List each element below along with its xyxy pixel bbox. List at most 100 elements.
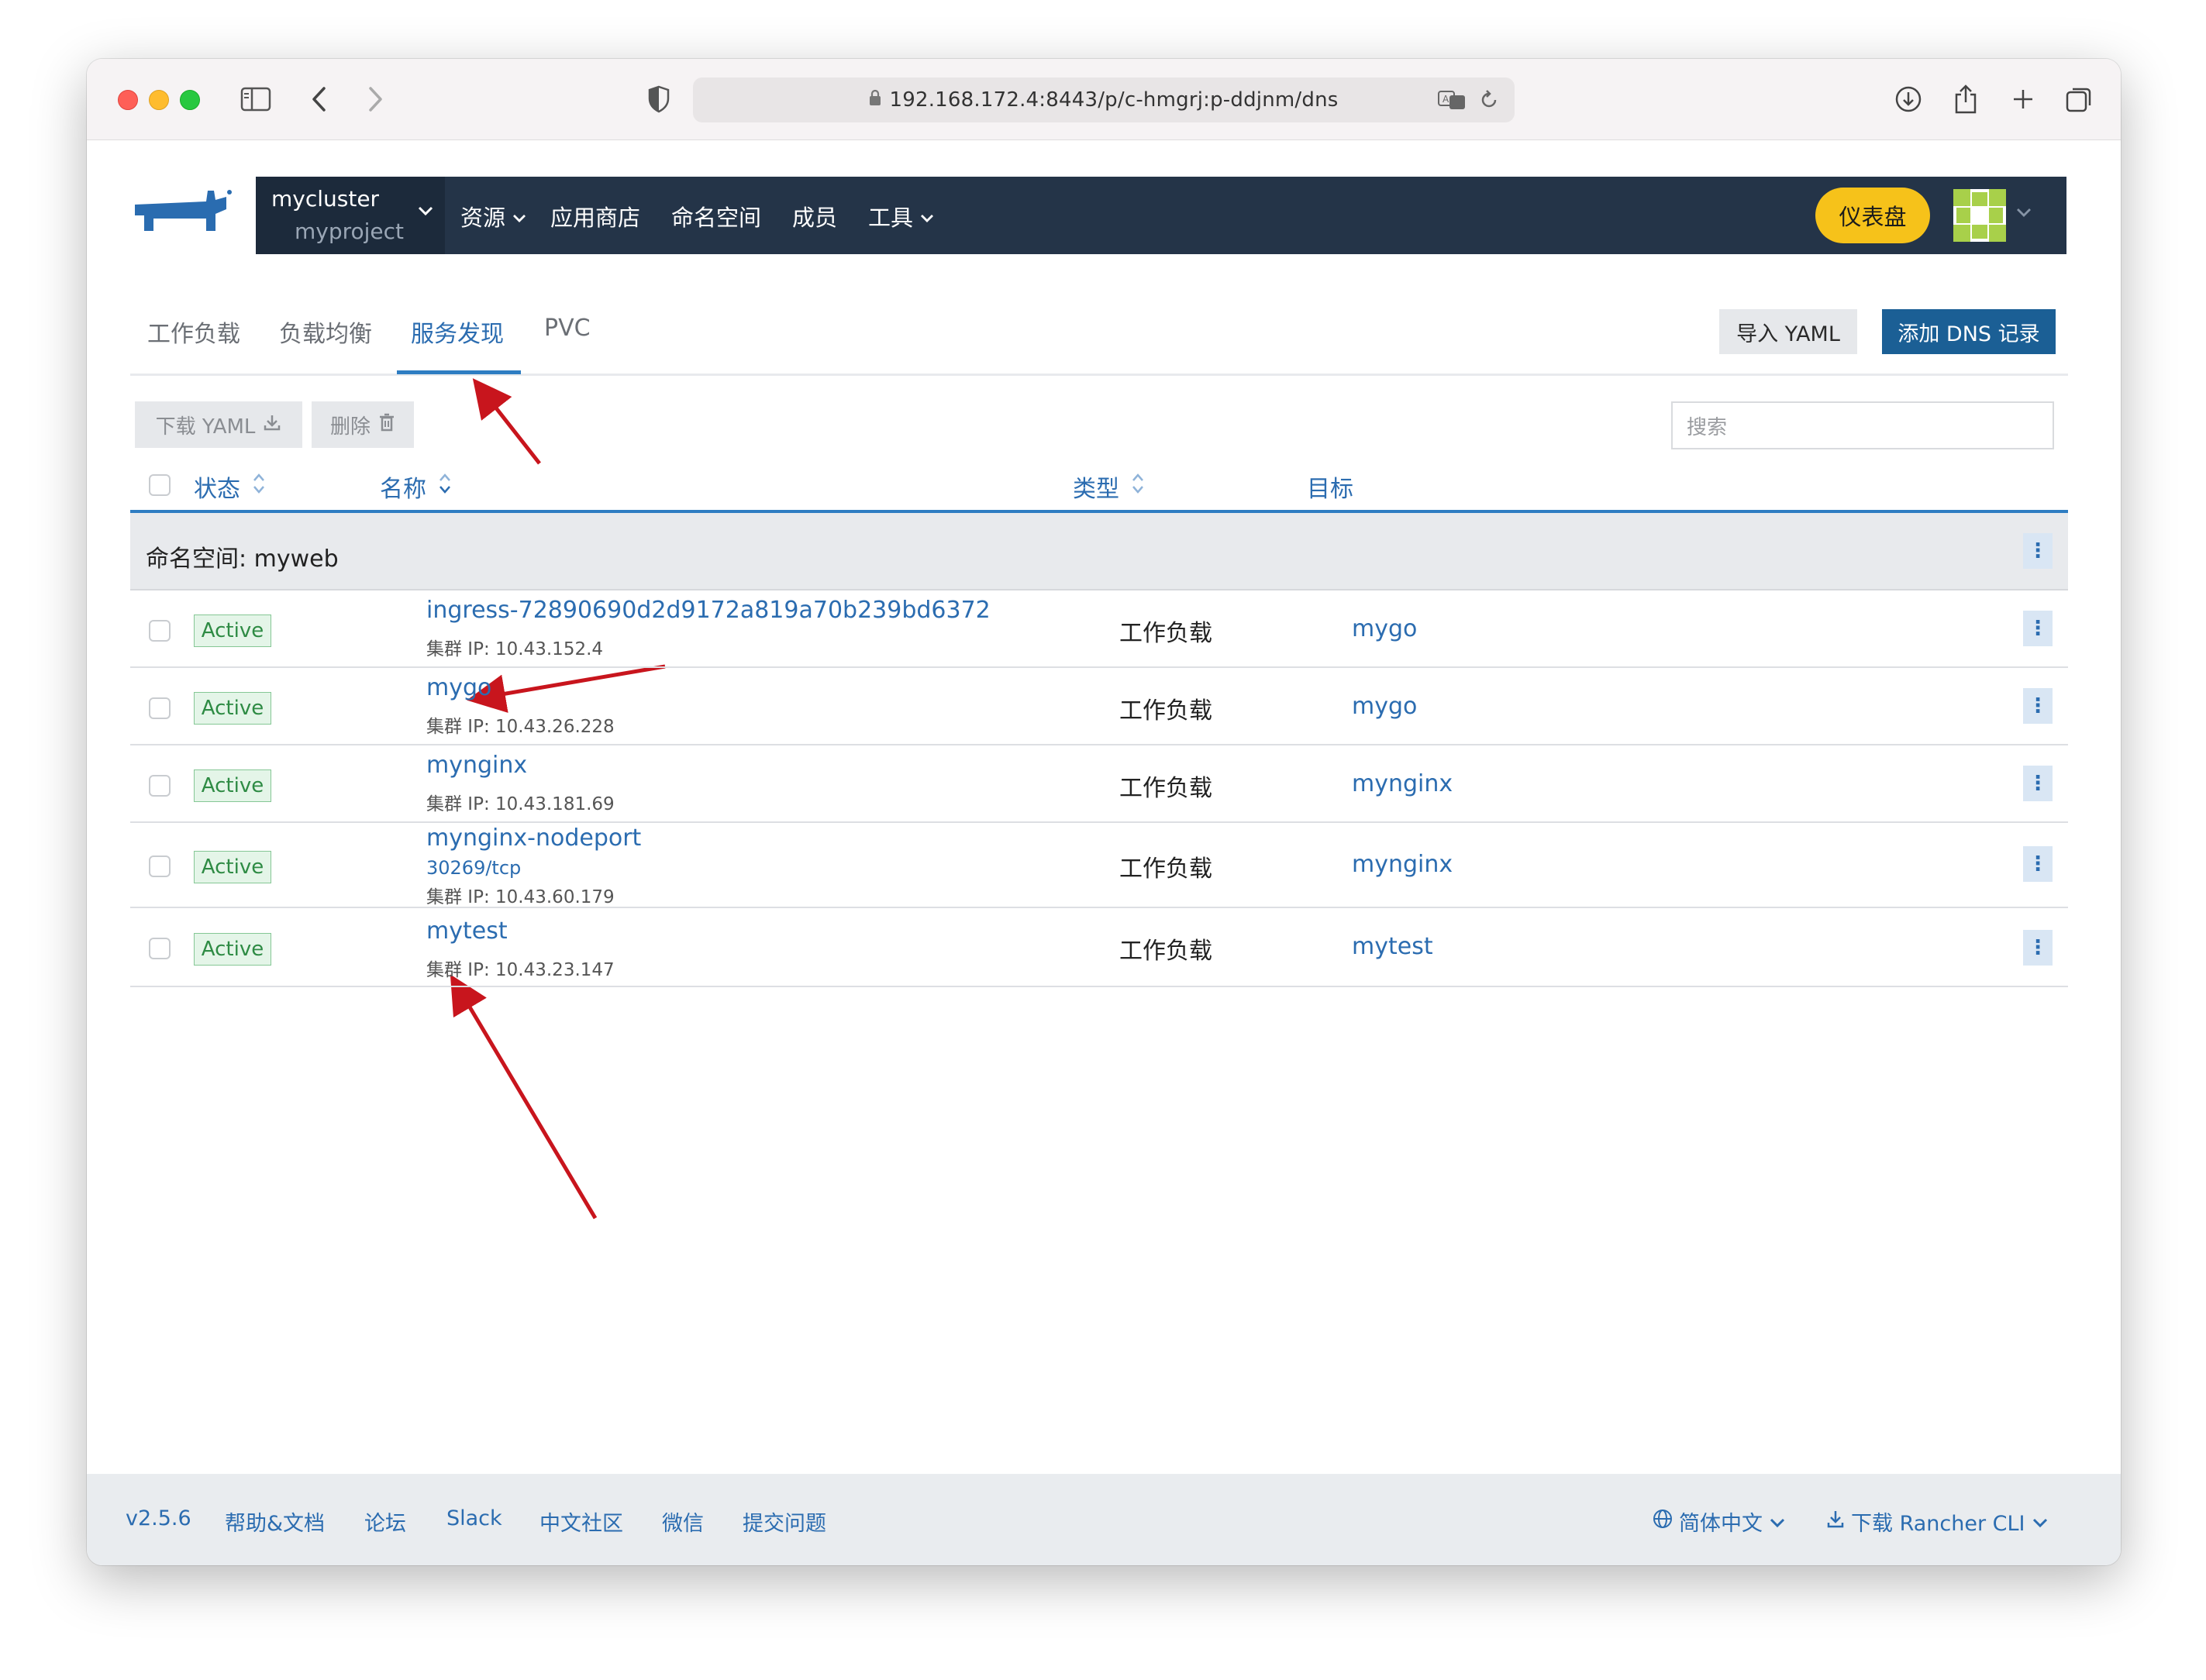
privacy-shield-icon[interactable] <box>643 82 674 116</box>
target-link[interactable]: mynginx <box>1352 770 1453 797</box>
row-actions-button[interactable]: ⋮ <box>2023 611 2053 646</box>
footer-link-wechat[interactable]: 微信 <box>662 1506 704 1537</box>
namespace-group-row: 命名空间: myweb ⋮ <box>130 513 2068 590</box>
delete-button[interactable]: 删除 <box>312 401 414 448</box>
cluster-ip: 集群 IP: 10.43.60.179 <box>426 887 615 907</box>
row-checkbox[interactable] <box>149 855 171 877</box>
row-actions-button[interactable]: ⋮ <box>2023 688 2053 724</box>
cluster-name: mycluster <box>271 186 380 212</box>
zoom-window-button[interactable] <box>180 90 200 110</box>
language-selector[interactable]: 简体中文 <box>1653 1506 1786 1537</box>
tab-load-balancing[interactable]: 负载均衡 <box>279 315 372 349</box>
avatar[interactable] <box>1953 189 2006 242</box>
footer: v2.5.6 帮助&文档 论坛 Slack 中文社区 微信 提交问题 简体中文 … <box>87 1474 2121 1565</box>
svg-text:A: A <box>1443 94 1449 105</box>
table-row: Active mytest 集群 IP: 10.43.23.147 工作负载 m… <box>130 908 2068 987</box>
row-checkbox[interactable] <box>149 775 171 797</box>
chevron-down-icon <box>512 203 527 229</box>
sort-icon <box>437 471 453 502</box>
column-target[interactable]: 目标 <box>1307 470 1353 504</box>
table-row: Active mygo 集群 IP: 10.43.26.228 工作负载 myg… <box>130 668 2068 745</box>
import-yaml-button[interactable]: 导入 YAML <box>1719 309 1857 354</box>
row-actions-button[interactable]: ⋮ <box>2023 930 2053 966</box>
service-name-link[interactable]: mynginx-nodeport <box>426 825 641 852</box>
cluster-ip: 集群 IP: 10.43.152.4 <box>426 639 604 659</box>
row-checkbox[interactable] <box>149 620 171 642</box>
status-badge: Active <box>194 692 271 725</box>
chevron-down-icon[interactable] <box>2015 206 2032 221</box>
tab-overview-icon[interactable] <box>2063 82 2094 116</box>
tab-service-discovery[interactable]: 服务发现 <box>411 315 504 349</box>
footer-link-forum[interactable]: 论坛 <box>364 1506 406 1537</box>
trash-icon <box>378 413 395 437</box>
nav-tools[interactable]: 工具 <box>868 200 935 232</box>
active-tab-indicator <box>397 370 521 374</box>
minimize-window-button[interactable] <box>149 90 169 110</box>
row-actions-button[interactable]: ⋮ <box>2023 846 2053 882</box>
footer-link-docs[interactable]: 帮助&文档 <box>225 1506 325 1537</box>
tab-workloads[interactable]: 工作负载 <box>147 315 240 349</box>
status-badge: Active <box>194 933 271 966</box>
sidebar-toggle-icon[interactable] <box>239 82 273 116</box>
downloads-icon[interactable] <box>1893 82 1924 116</box>
service-type: 工作负载 <box>1119 938 1212 965</box>
column-status[interactable]: 状态 <box>194 470 267 504</box>
globe-icon <box>1653 1509 1673 1534</box>
chevron-down-icon <box>919 203 935 229</box>
download-yaml-button[interactable]: 下载 YAML <box>135 401 302 448</box>
service-name-link[interactable]: ingress-72890690d2d9172a819a70b239bd6372 <box>426 597 991 624</box>
arrow-to-mytest-ip <box>450 974 598 1220</box>
share-icon[interactable] <box>1950 82 1981 116</box>
status-badge: Active <box>194 615 271 647</box>
download-cli-link[interactable]: 下载 Rancher CLI <box>1826 1506 2049 1537</box>
nav-catalog[interactable]: 应用商店 <box>550 200 640 232</box>
cluster-project-switcher[interactable]: mycluster myproject <box>256 177 445 254</box>
service-type: 工作负载 <box>1119 855 1212 883</box>
service-type: 工作负载 <box>1119 697 1212 725</box>
cluster-ip: 集群 IP: 10.43.26.228 <box>426 717 615 737</box>
column-name[interactable]: 名称 <box>380 470 453 504</box>
service-type: 工作负载 <box>1119 620 1212 647</box>
search-input[interactable]: 搜索 <box>1671 401 2054 449</box>
select-all-checkbox[interactable] <box>149 474 171 496</box>
target-link[interactable]: mynginx <box>1352 851 1453 878</box>
target-link[interactable]: mygo <box>1352 615 1417 642</box>
row-checkbox[interactable] <box>149 938 171 959</box>
sort-icon <box>251 471 267 502</box>
cluster-ip: 集群 IP: 10.43.181.69 <box>426 794 615 814</box>
service-name-link[interactable]: mytest <box>426 917 508 945</box>
cluster-ip: 集群 IP: 10.43.23.147 <box>426 960 615 980</box>
row-actions-button[interactable]: ⋮ <box>2023 766 2053 801</box>
target-link[interactable]: mytest <box>1352 933 1433 960</box>
reload-icon[interactable] <box>1479 88 1499 117</box>
add-dns-record-button[interactable]: 添加 DNS 记录 <box>1882 309 2056 354</box>
group-actions-button[interactable]: ⋮ <box>2023 533 2053 569</box>
rancher-logo[interactable] <box>130 188 236 240</box>
table-row: Active mynginx-nodeport 30269/tcp 集群 IP:… <box>130 823 2068 908</box>
row-checkbox[interactable] <box>149 697 171 719</box>
forward-icon[interactable] <box>360 82 391 116</box>
nav-members[interactable]: 成员 <box>792 200 837 232</box>
back-icon[interactable] <box>304 82 335 116</box>
footer-link-issues[interactable]: 提交问题 <box>743 1506 826 1537</box>
tab-pvc[interactable]: PVC <box>544 315 591 342</box>
address-bar[interactable]: 192.168.172.4:8443/p/c-hmgrj:p-ddjnm/dns… <box>693 77 1515 122</box>
download-icon <box>1826 1509 1845 1534</box>
target-link[interactable]: mygo <box>1352 693 1417 720</box>
nav-namespaces[interactable]: 命名空间 <box>671 200 761 232</box>
translate-icon[interactable]: A <box>1437 88 1468 117</box>
service-name-link[interactable]: mynginx <box>426 752 527 779</box>
column-type[interactable]: 类型 <box>1073 470 1146 504</box>
nav-resources[interactable]: 资源 <box>460 200 527 232</box>
dashboard-button[interactable]: 仪表盘 <box>1815 188 1930 243</box>
table-row: Active ingress-72890690d2d9172a819a70b23… <box>130 590 2068 668</box>
chevron-down-icon <box>417 205 434 220</box>
close-window-button[interactable] <box>118 90 138 110</box>
footer-link-community[interactable]: 中文社区 <box>539 1506 623 1537</box>
footer-link-slack[interactable]: Slack <box>446 1506 502 1530</box>
version-link[interactable]: v2.5.6 <box>126 1506 191 1530</box>
node-port-link[interactable]: 30269/tcp <box>426 857 521 879</box>
service-name-link[interactable]: mygo <box>426 674 491 701</box>
new-tab-icon[interactable] <box>2008 82 2039 116</box>
url-text: 192.168.172.4:8443/p/c-hmgrj:p-ddjnm/dns <box>889 88 1339 112</box>
